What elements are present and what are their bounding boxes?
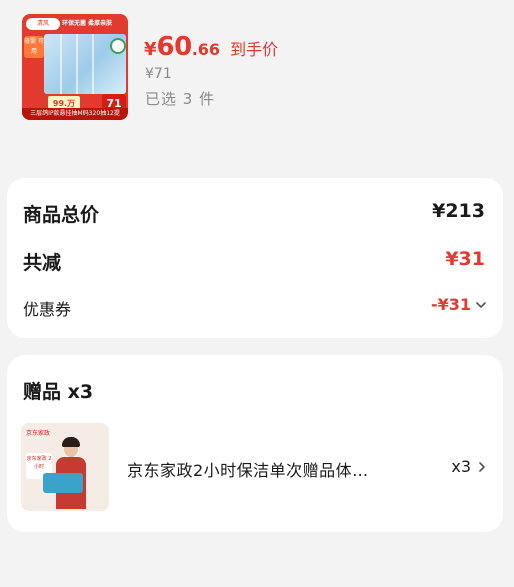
product-badge: 母婴 可用 <box>24 36 44 58</box>
total-value: ¥213 <box>432 200 485 222</box>
price-summary-card: 商品总价 ¥213 共减 ¥31 优惠券 -¥31 <box>7 178 503 338</box>
coupon-value: -¥31 <box>430 295 471 314</box>
reduce-label: 共减 <box>23 252 62 274</box>
chevron-down-icon <box>476 301 486 308</box>
price-tag-label: 到手价 <box>230 40 279 59</box>
reduce-value: ¥31 <box>445 248 485 270</box>
product-image[interactable]: 清风 环保无菌 柔厚亲肤 母婴 可用 99.万 71 三层鸽IP款悬挂抽M码32… <box>22 14 128 120</box>
gift-brand-logo: 京东家政 <box>26 430 51 437</box>
product-slogan: 环保无菌 柔厚亲肤 <box>62 20 113 27</box>
gifts-card: 赠品 x3 京东家政 京东家政 2小时 京东家政2小时保洁单次赠品体… x3 <box>7 355 503 532</box>
gift-name: 京东家政2小时保洁单次赠品体… <box>127 461 369 480</box>
service-card <box>43 473 83 493</box>
currency-symbol: ¥ <box>144 39 157 60</box>
coupon-selector[interactable]: -¥31 <box>431 295 487 314</box>
gift-item[interactable]: 京东家政 京东家政 2小时 京东家政2小时保洁单次赠品体… x3 <box>7 423 503 513</box>
pack-divider <box>60 34 62 94</box>
price-integer: 60 <box>156 32 193 62</box>
brand-logo: 清风 <box>26 18 60 30</box>
original-price: ¥71 <box>145 66 172 82</box>
price-decimal: .66 <box>191 40 221 59</box>
total-label: 商品总价 <box>23 204 100 226</box>
final-price: ¥60.66 到手价 <box>144 32 278 62</box>
pack-divider <box>92 34 94 94</box>
selected-count: 已选 3 件 <box>145 90 216 108</box>
coupon-label: 优惠券 <box>23 300 72 319</box>
product-spec-bar: 三层鸽IP款悬挂抽M码320抽12提 <box>22 108 128 120</box>
staff-hair <box>62 437 80 447</box>
eco-seal-icon <box>110 38 126 54</box>
gift-quantity: x3 <box>451 457 471 476</box>
pack-divider <box>76 34 78 94</box>
chevron-right-icon <box>479 462 485 472</box>
gifts-title: 赠品 x3 <box>23 381 94 403</box>
gift-image: 京东家政 京东家政 2小时 <box>21 423 109 511</box>
product-summary: 清风 环保无菌 柔厚亲肤 母婴 可用 99.万 71 三层鸽IP款悬挂抽M码32… <box>0 0 514 160</box>
